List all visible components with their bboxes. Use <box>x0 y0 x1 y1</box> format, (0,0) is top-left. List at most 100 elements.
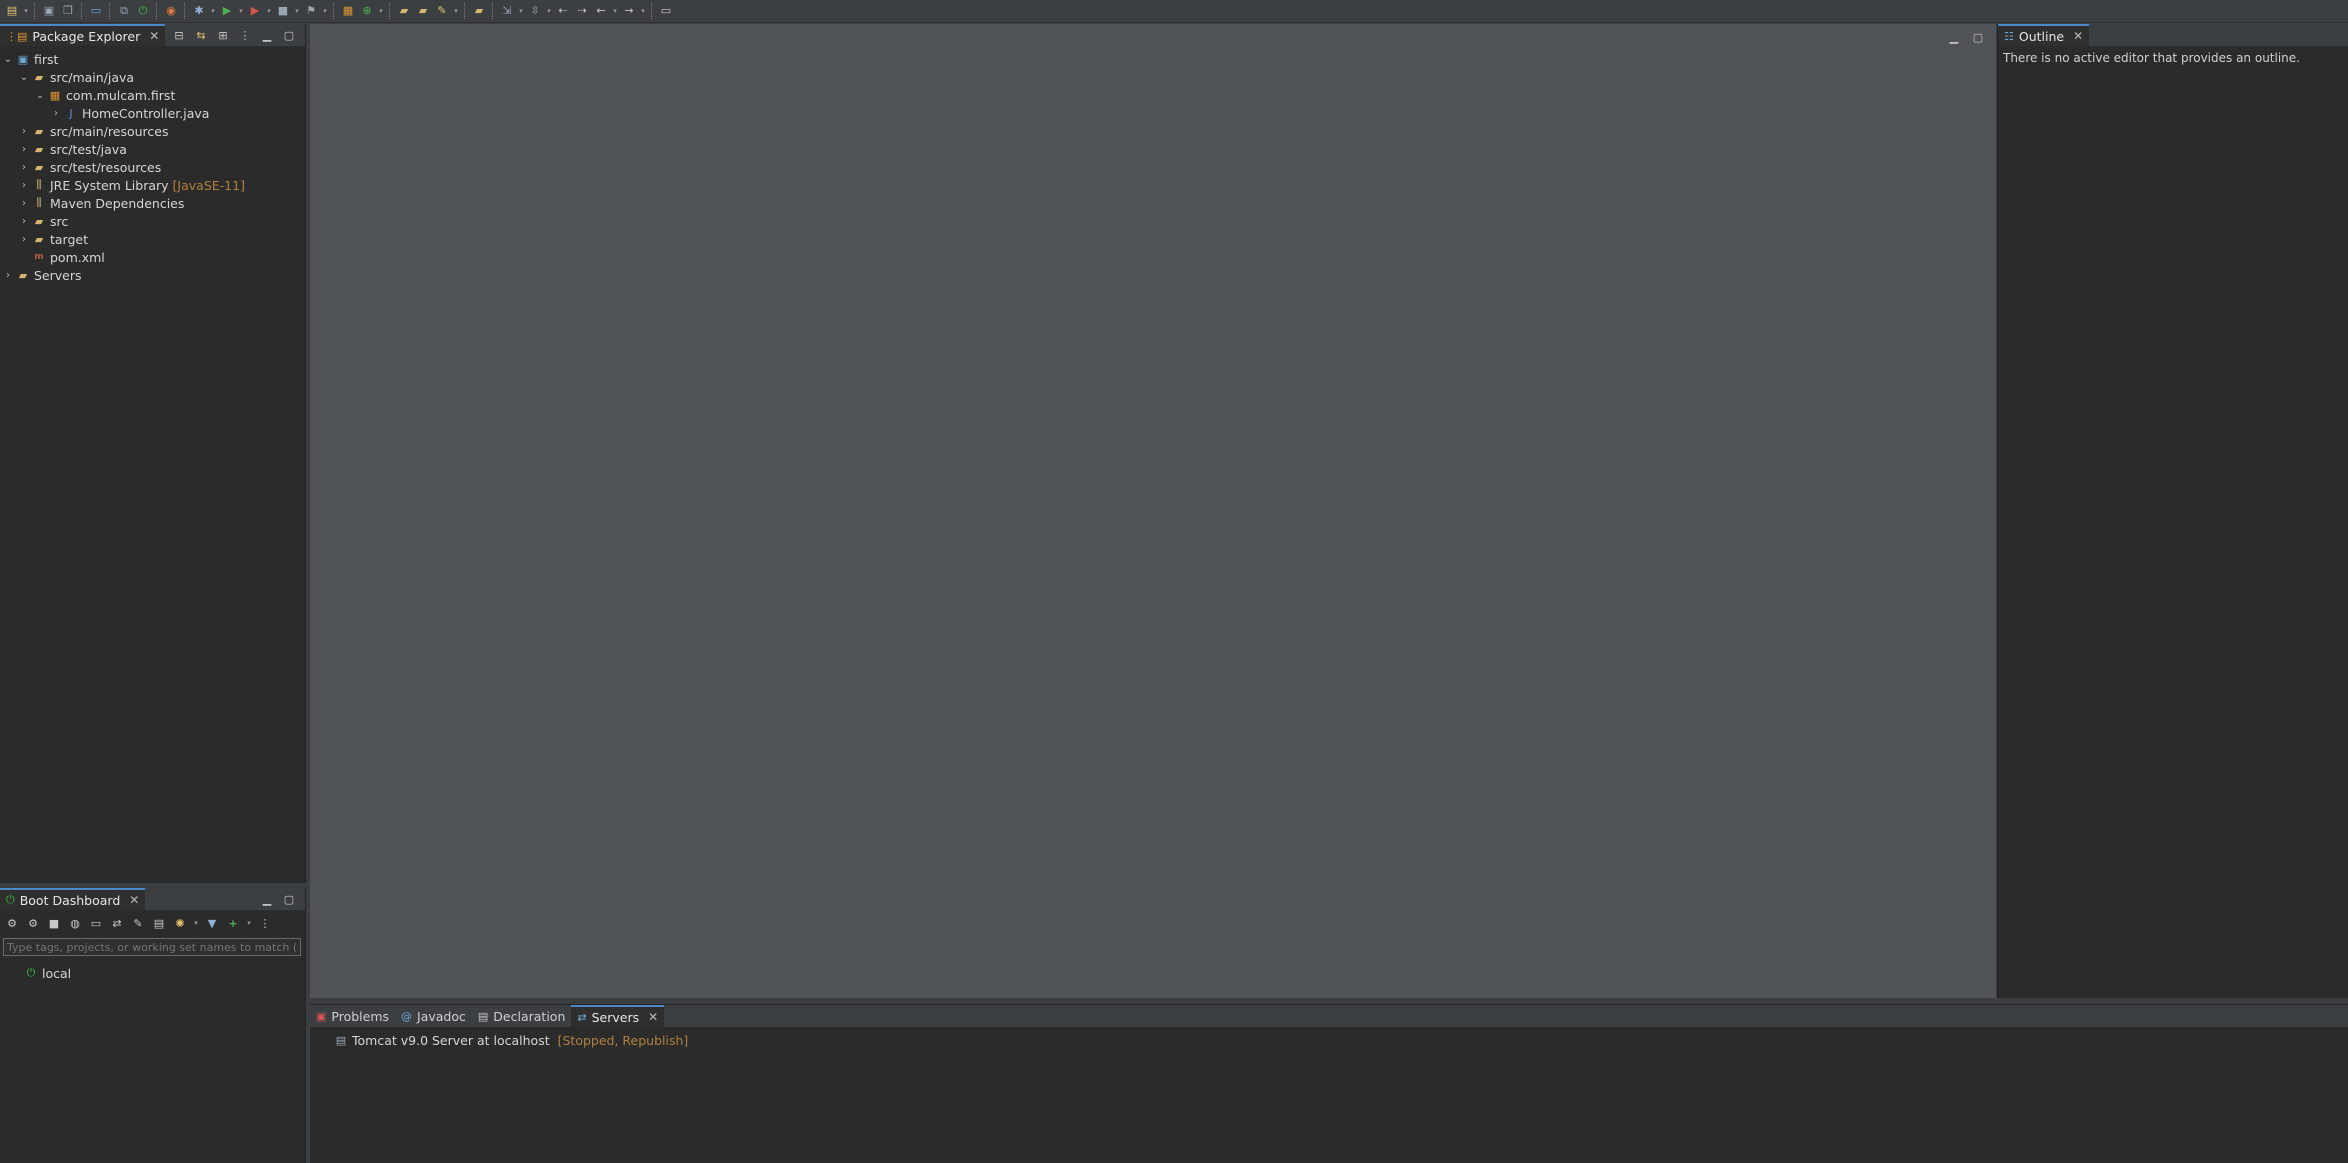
tab-outline[interactable]: ☷ Outline ✕ <box>1998 24 2090 46</box>
new-class-dropdown-icon[interactable]: ▾ <box>378 3 384 19</box>
terminal-icon[interactable]: ▭ <box>88 3 104 19</box>
tree-item-maven-dependencies[interactable]: › ⫼ Maven Dependencies <box>18 194 184 212</box>
annotation-dropdown-icon[interactable]: ▾ <box>518 3 524 19</box>
open-browser-icon[interactable]: ◍ <box>67 915 83 931</box>
minimize-icon[interactable]: ▁ <box>259 891 275 907</box>
new-package-icon[interactable]: ▦ <box>340 3 356 19</box>
chevron-right-icon[interactable]: › <box>18 144 30 155</box>
maximize-icon[interactable]: ▢ <box>281 27 297 43</box>
spring-relaunch-icon[interactable]: ◉ <box>163 3 179 19</box>
chevron-right-icon[interactable]: › <box>18 216 30 227</box>
new-class-icon[interactable]: ⊕ <box>359 3 375 19</box>
maximize-icon[interactable]: ▢ <box>281 891 297 907</box>
new-dropdown-icon[interactable]: ▾ <box>23 3 29 19</box>
chevron-right-icon[interactable]: › <box>18 162 30 173</box>
annotation-icon[interactable]: ⇲ <box>499 3 515 19</box>
forward-icon[interactable]: ⇢ <box>574 3 590 19</box>
tab-servers[interactable]: ⇄ Servers ✕ <box>571 1005 665 1027</box>
open-task-icon[interactable]: ▰ <box>415 3 431 19</box>
next-annotation-icon[interactable]: ⇳ <box>527 3 543 19</box>
chevron-right-icon[interactable]: › <box>50 108 62 119</box>
tree-item-jre-library[interactable]: › ⫼ JRE System Library [JavaSE-11] <box>18 176 245 194</box>
tab-package-explorer[interactable]: ⋮▤ Package Explorer ✕ <box>0 24 166 46</box>
debug-icon[interactable]: ✱ <box>191 3 207 19</box>
save-icon[interactable]: ▣ <box>41 3 57 19</box>
back-icon[interactable]: ⇠ <box>555 3 571 19</box>
boot-dashboard-item-local[interactable]: ⏻ local <box>22 964 72 982</box>
chevron-right-icon[interactable]: › <box>18 126 30 137</box>
tree-item-src-test-resources[interactable]: › ▰ src/test/resources <box>18 158 161 176</box>
spring-boot-icon[interactable]: ⏻ <box>135 3 151 19</box>
filter-icon[interactable]: ▼ <box>204 915 220 931</box>
new-icon[interactable]: ▤ <box>4 3 20 19</box>
tab-declaration[interactable]: ▤ Declaration <box>472 1005 571 1027</box>
chevron-right-icon[interactable]: › <box>18 234 30 245</box>
tree-item-target[interactable]: › ▰ target <box>18 230 88 248</box>
tree-item-src-main-resources[interactable]: › ▰ src/main/resources <box>18 122 168 140</box>
live-hover-icon[interactable]: ✺ <box>172 915 188 931</box>
close-icon[interactable]: ✕ <box>129 893 139 907</box>
close-icon[interactable]: ✕ <box>2073 29 2083 43</box>
skip-icon[interactable]: ⧉ <box>116 3 132 19</box>
filter-icon[interactable]: ⊞ <box>215 27 231 43</box>
tree-item-servers[interactable]: › ▰ Servers <box>2 266 82 284</box>
maximize-icon[interactable]: ▢ <box>1970 29 1986 45</box>
minimize-icon[interactable]: ▁ <box>1946 29 1962 45</box>
stop-icon[interactable]: ■ <box>275 3 291 19</box>
nav-forward-icon[interactable]: → <box>621 3 637 19</box>
collapse-all-icon[interactable]: ⊟ <box>171 27 187 43</box>
restart-icon[interactable]: ⚙ <box>4 915 20 931</box>
add-dropdown-icon[interactable]: ▾ <box>246 915 252 931</box>
chevron-down-icon[interactable]: ⌄ <box>34 90 46 101</box>
tree-item-src[interactable]: › ▰ src <box>18 212 68 230</box>
tree-item-src-test-java[interactable]: › ▰ src/test/java <box>18 140 127 158</box>
chevron-right-icon[interactable]: › <box>2 270 14 281</box>
tree-item-pom[interactable]: m pom.xml <box>18 248 104 266</box>
last-edit-dropdown-icon[interactable]: ▾ <box>612 3 618 19</box>
external-tools-icon[interactable]: ⚑ <box>303 3 319 19</box>
view-menu-icon[interactable]: ⋮ <box>237 27 253 43</box>
edit-icon[interactable]: ✎ <box>130 915 146 931</box>
view-menu-icon[interactable]: ⋮ <box>257 915 273 931</box>
restart-debug-icon[interactable]: ⚙ <box>25 915 41 931</box>
pin-icon[interactable]: ▭ <box>658 3 674 19</box>
close-icon[interactable]: ✕ <box>149 29 159 43</box>
chevron-down-icon[interactable]: ⌄ <box>2 54 14 65</box>
open-console-icon[interactable]: ▭ <box>88 915 104 931</box>
add-icon[interactable]: + <box>225 915 241 931</box>
coverage-icon[interactable]: ▶ <box>247 3 263 19</box>
save-all-icon[interactable]: ❐ <box>60 3 76 19</box>
tree-item-project-first[interactable]: ⌄ ▣ first <box>2 50 59 68</box>
chevron-right-icon[interactable]: › <box>18 198 30 209</box>
close-icon[interactable]: ✕ <box>648 1010 658 1024</box>
minimize-icon[interactable]: ▁ <box>259 27 275 43</box>
tab-boot-dashboard[interactable]: ⏻ Boot Dashboard ✕ <box>0 888 146 910</box>
search-icon[interactable]: ✎ <box>434 3 450 19</box>
stop-icon[interactable]: ■ <box>46 915 62 931</box>
tab-problems[interactable]: ▣ Problems <box>310 1005 395 1027</box>
next-annotation-dropdown-icon[interactable]: ▾ <box>546 3 552 19</box>
properties-icon[interactable]: ▤ <box>151 915 167 931</box>
open-type-icon[interactable]: ▰ <box>396 3 412 19</box>
open-folder-icon[interactable]: ▰ <box>471 3 487 19</box>
last-edit-icon[interactable]: ← <box>593 3 609 19</box>
nav-forward-dropdown-icon[interactable]: ▾ <box>640 3 646 19</box>
run-icon[interactable]: ▶ <box>219 3 235 19</box>
expose-icon[interactable]: ⇄ <box>109 915 125 931</box>
chevron-down-icon[interactable]: ⌄ <box>18 72 30 83</box>
link-with-editor-icon[interactable]: ⇆ <box>193 27 209 43</box>
chevron-right-icon[interactable]: › <box>18 180 30 191</box>
tab-javadoc[interactable]: @ Javadoc <box>395 1005 472 1027</box>
debug-dropdown-icon[interactable]: ▾ <box>210 3 216 19</box>
live-hover-dropdown-icon[interactable]: ▾ <box>193 915 199 931</box>
boot-dashboard-filter-input[interactable] <box>3 938 301 956</box>
coverage-dropdown-icon[interactable]: ▾ <box>266 3 272 19</box>
stop-dropdown-icon[interactable]: ▾ <box>294 3 300 19</box>
run-dropdown-icon[interactable]: ▾ <box>238 3 244 19</box>
external-tools-dropdown-icon[interactable]: ▾ <box>322 3 328 19</box>
search-dropdown-icon[interactable]: ▾ <box>453 3 459 19</box>
tree-item-java-file[interactable]: › J HomeController.java <box>50 104 209 122</box>
tree-item-package[interactable]: ⌄ ▦ com.mulcam.first <box>34 86 176 104</box>
tree-item-src-main-java[interactable]: ⌄ ▰ src/main/java <box>18 68 134 86</box>
server-row[interactable]: ▤ Tomcat v9.0 Server at localhost [Stopp… <box>332 1031 688 1049</box>
